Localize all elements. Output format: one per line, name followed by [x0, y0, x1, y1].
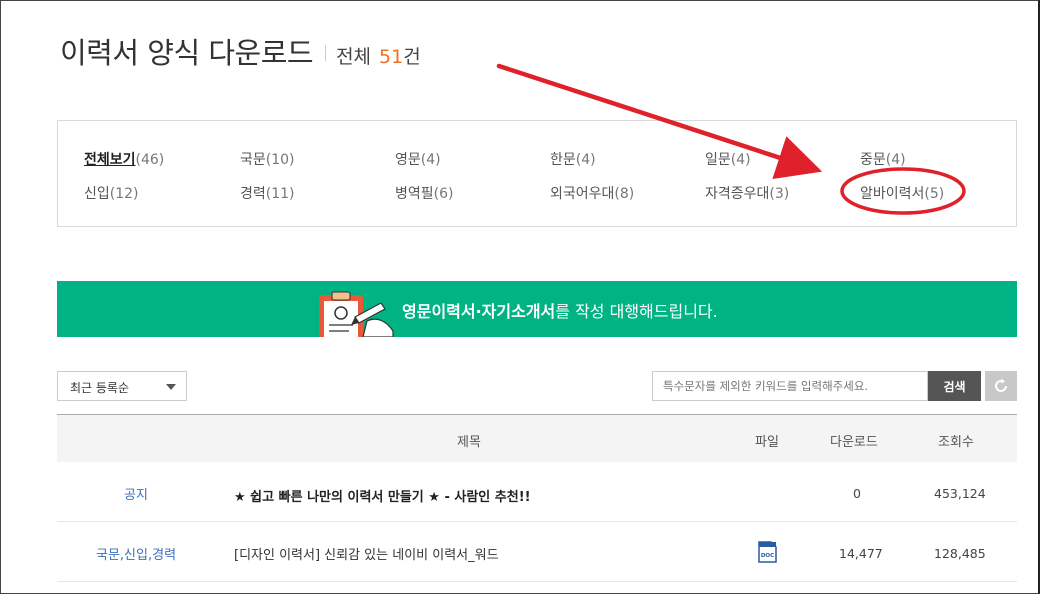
refresh-button[interactable] — [985, 371, 1017, 401]
table-row: 공지 ★ 쉽고 빠른 나만의 이력서 만들기 ★ - 사람인 추천!! 0 45… — [57, 462, 1017, 522]
header-downloads: 다운로드 — [830, 435, 878, 450]
header-file: 파일 — [755, 435, 779, 450]
title-row: 이력서 양식 다운로드 전체 51 건 — [60, 30, 421, 72]
title-divider — [325, 45, 327, 61]
header-title: 제목 — [457, 435, 481, 450]
row-downloads: 0 — [853, 486, 861, 501]
sort-select-label: 최근 등록순 — [70, 381, 130, 395]
table-header: 제목 파일 다운로드 조회수 — [57, 414, 1017, 462]
row-views: 128,485 — [934, 546, 986, 561]
row-downloads: 14,477 — [839, 546, 883, 561]
category-parttime[interactable]: 알바이력서(5) — [860, 183, 944, 203]
row-title-link[interactable]: [디자인 이력서] 신뢰감 있는 네이비 이력서_워드 — [234, 544, 499, 563]
total-label: 전체 — [336, 46, 372, 68]
clipboard-pen-icon — [319, 291, 394, 337]
banner-text: 영문이력서·자기소개서를 작성 대행해드립니다. — [402, 298, 718, 322]
category-foreign-language[interactable]: 외국어우대(8) — [550, 183, 634, 203]
search-input[interactable] — [652, 371, 928, 401]
category-certificate[interactable]: 자격증우대(3) — [705, 183, 789, 203]
category-military[interactable]: 병역필(6) — [395, 183, 453, 203]
category-experienced[interactable]: 경력(11) — [240, 183, 295, 203]
table-row: 국문,신입,경력 [디자인 이력서] 신뢰감 있는 네이비 이력서_워드 DOC… — [57, 522, 1017, 582]
search-button[interactable]: 검색 — [928, 371, 981, 401]
row-views: 453,124 — [934, 486, 986, 501]
category-all[interactable]: 전체보기(46) — [84, 149, 164, 169]
row-category: 공지 — [124, 488, 148, 503]
row-title-link[interactable]: ★ 쉽고 빠른 나만의 이력서 만들기 ★ - 사람인 추천!! — [234, 486, 531, 505]
category-filter-box: 전체보기(46) 국문(10) 영문(4) 한문(4) 일문(4) 중문(4) … — [57, 120, 1017, 227]
category-korean[interactable]: 국문(10) — [240, 149, 295, 169]
header-views: 조회수 — [938, 435, 974, 450]
total-unit: 건 — [403, 46, 421, 68]
category-chinese[interactable]: 중문(4) — [860, 149, 906, 169]
sort-select[interactable]: 최근 등록순 — [57, 371, 187, 401]
doc-file-icon[interactable]: DOC — [758, 541, 777, 563]
promo-banner[interactable]: 영문이력서·자기소개서를 작성 대행해드립니다. — [57, 281, 1017, 337]
refresh-icon — [995, 378, 1007, 392]
svg-text:DOC: DOC — [761, 553, 774, 559]
row-category: 국문,신입,경력 — [96, 548, 177, 563]
total-count: 51 — [379, 46, 404, 68]
page-title: 이력서 양식 다운로드 — [60, 36, 314, 70]
banner-highlight: 영문이력서·자기소개서 — [402, 302, 556, 321]
chevron-down-icon — [166, 384, 176, 390]
category-newcomer[interactable]: 신입(12) — [84, 183, 139, 203]
category-japanese[interactable]: 일문(4) — [705, 149, 751, 169]
category-chinese-char[interactable]: 한문(4) — [550, 149, 596, 169]
banner-rest: 를 작성 대행해드립니다. — [555, 302, 718, 321]
category-english[interactable]: 영문(4) — [395, 149, 441, 169]
